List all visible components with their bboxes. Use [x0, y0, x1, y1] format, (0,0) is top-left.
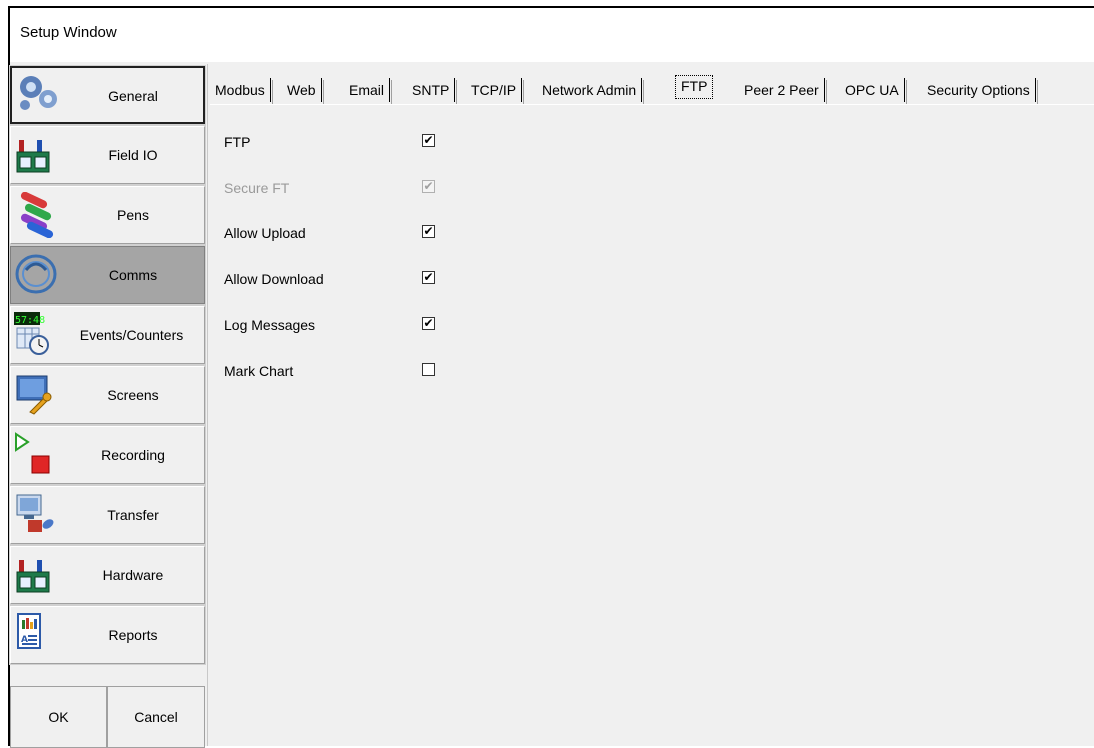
report-icon: A — [17, 613, 41, 649]
sidebar-item-label: Comms — [108, 267, 158, 283]
tab-email[interactable]: Email — [344, 78, 393, 104]
setup-window: Setup Window General Field IO Pens Comms… — [8, 6, 1094, 748]
sidebar-item-field-io[interactable]: Field IO — [9, 125, 206, 185]
sidebar-item-screens[interactable]: Screens — [9, 365, 206, 425]
sidebar-item-general[interactable]: General — [9, 65, 206, 125]
log-messages-checkbox[interactable]: ✔ — [422, 317, 435, 330]
ftp-checkbox[interactable]: ✔ — [422, 134, 435, 147]
svg-text:57:48: 57:48 — [15, 315, 45, 326]
sidebar-item-reports[interactable]: A Reports — [9, 605, 206, 665]
pens-icon — [20, 192, 54, 238]
sidebar-item-events-counters[interactable]: 57:48 Events/Counters — [9, 305, 206, 365]
allow-upload-checkbox[interactable]: ✔ — [422, 225, 435, 238]
option-label: Allow Download — [224, 271, 324, 287]
tab-peer-2-peer[interactable]: Peer 2 Peer — [739, 78, 827, 104]
option-label: FTP — [224, 134, 251, 150]
tab-divider — [210, 104, 1094, 105]
cancel-button[interactable]: Cancel — [107, 686, 205, 748]
sidebar-item-comms[interactable]: Comms — [9, 245, 206, 305]
window-title: Setup Window — [20, 24, 117, 41]
play-stop-icon — [15, 432, 50, 474]
tab-web[interactable]: Web — [282, 78, 324, 104]
tab-opc-ua[interactable]: OPC UA — [840, 78, 907, 104]
screen-wrench-icon — [16, 375, 52, 415]
tab-strip: Modbus Web Email SNTP TCP/IP Network Adm… — [210, 75, 1094, 104]
option-label: Mark Chart — [224, 363, 294, 379]
sidebar-item-label: Events/Counters — [79, 327, 184, 343]
sidebar-item-label: Pens — [117, 207, 149, 223]
title-bar: Setup Window — [10, 8, 1094, 62]
io-module-icon — [16, 140, 50, 173]
sidebar: General Field IO Pens Comms 57:48 Events… — [9, 64, 208, 746]
transfer-icon — [16, 494, 54, 532]
ok-button[interactable]: OK — [10, 686, 107, 748]
sidebar-item-label: Screens — [107, 387, 159, 403]
tab-security-options[interactable]: Security Options — [922, 78, 1038, 104]
gears-icon — [20, 76, 57, 110]
tab-sntp[interactable]: SNTP — [407, 78, 458, 104]
sidebar-item-pens[interactable]: Pens — [9, 185, 206, 245]
sidebar-item-label: General — [108, 88, 158, 104]
sidebar-item-label: Transfer — [107, 507, 159, 523]
io-module-icon — [16, 560, 50, 593]
option-label: Allow Upload — [224, 225, 306, 241]
tab-network-admin[interactable]: Network Admin — [537, 78, 645, 104]
tab-ftp[interactable]: FTP — [675, 75, 714, 99]
clock-counter-icon: 57:48 — [14, 312, 49, 355]
option-label: Secure FT — [224, 180, 290, 196]
sidebar-item-hardware[interactable]: Hardware — [9, 545, 206, 605]
option-label: Log Messages — [224, 317, 316, 333]
sidebar-item-recording[interactable]: Recording — [9, 425, 206, 485]
sidebar-item-label: Hardware — [102, 567, 164, 583]
comms-icon — [15, 254, 57, 294]
sidebar-item-label: Field IO — [108, 147, 158, 163]
tab-tcp-ip[interactable]: TCP/IP — [466, 78, 525, 104]
tab-modbus[interactable]: Modbus — [210, 78, 273, 104]
secure-ft-checkbox: ✔ — [422, 179, 435, 193]
sidebar-item-transfer[interactable]: Transfer — [9, 485, 206, 545]
mark-chart-checkbox[interactable] — [422, 363, 435, 376]
allow-download-checkbox[interactable]: ✔ — [422, 271, 435, 284]
sidebar-item-label: Recording — [101, 447, 165, 463]
sidebar-item-label: Reports — [108, 627, 158, 643]
